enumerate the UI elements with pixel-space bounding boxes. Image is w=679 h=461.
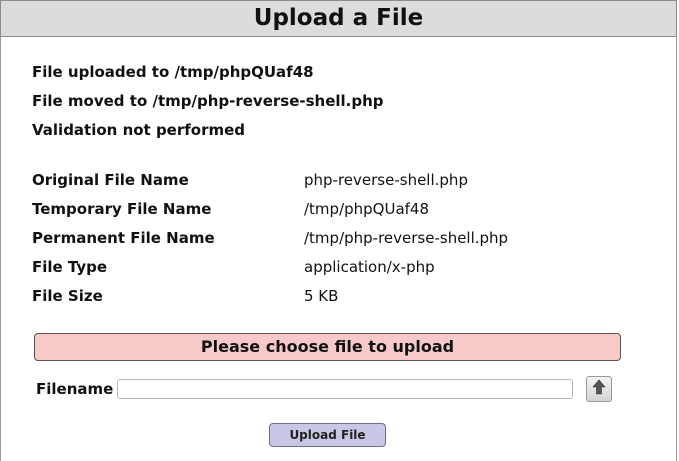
info-value-file-size: 5 KB — [304, 287, 339, 305]
info-label-file-size: File Size — [32, 287, 103, 305]
info-value-temporary-name: /tmp/phpQUaf48 — [304, 200, 430, 218]
upload-arrow-icon — [592, 379, 606, 399]
browse-file-button[interactable] — [586, 376, 612, 402]
file-info-row: Permanent File Name/tmp/php-reverse-shel… — [32, 224, 508, 253]
upload-status-list: File uploaded to /tmp/phpQUaf48 File mov… — [32, 58, 384, 145]
status-upload-location: File uploaded to /tmp/phpQUaf48 — [32, 63, 314, 81]
file-info-row: File Size 5 KB — [32, 282, 508, 311]
status-validation: Validation not performed — [32, 121, 246, 139]
info-label-original-name: Original File Name — [32, 171, 189, 189]
filename-input[interactable] — [117, 379, 574, 399]
info-value-original-name: php-reverse-shell.php — [304, 171, 468, 189]
file-info-table: Original File Name php-reverse-shell.php … — [32, 166, 508, 311]
page-title: Upload a File — [0, 0, 677, 37]
info-label-file-type: File Type — [32, 258, 108, 276]
info-label-temporary-name: Temporary File Name — [32, 200, 212, 218]
choose-file-alert: Please choose file to upload — [34, 333, 621, 361]
filename-row: Filename — [36, 376, 574, 402]
info-value-permanent-name: /tmp/php-reverse-shell.php — [304, 229, 509, 247]
file-info-row: File Type application/x-php — [32, 253, 508, 282]
file-info-row: Temporary File Name/tmp/phpQUaf48 — [32, 195, 508, 224]
info-label-permanent-name: Permanent File Name — [32, 229, 215, 247]
upload-file-button[interactable]: Upload File — [269, 423, 386, 447]
status-move-location: File moved to /tmp/php-reverse-shell.php — [32, 92, 384, 110]
filename-label: Filename — [36, 380, 114, 398]
file-info-row: Original File Name php-reverse-shell.php — [32, 166, 508, 195]
info-value-file-type: application/x-php — [304, 258, 435, 276]
